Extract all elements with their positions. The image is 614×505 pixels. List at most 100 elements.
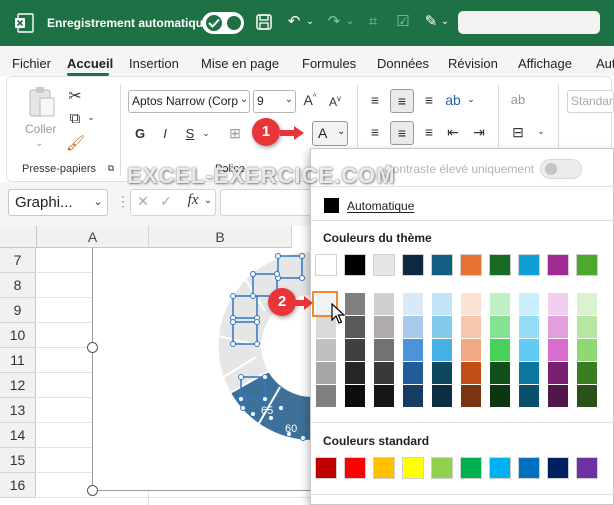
name-box-dropdown-icon[interactable]: ⌄ [92, 195, 104, 208]
high-contrast-toggle[interactable] [540, 159, 582, 179]
theme-shade-swatch[interactable] [489, 339, 511, 361]
tab-formules[interactable]: Formules [302, 56, 356, 71]
theme-shade-swatch[interactable] [344, 385, 366, 407]
standard-color-swatch[interactable] [373, 457, 395, 479]
tab-affichage[interactable]: Affichage [518, 56, 572, 71]
format-painter-brush-icon[interactable]: 🖌 [66, 134, 85, 152]
theme-shade-swatch[interactable] [344, 339, 366, 361]
tab-insertion[interactable]: Insertion [129, 56, 179, 71]
theme-shade-swatch[interactable] [431, 293, 453, 315]
theme-shade-swatch[interactable] [489, 385, 511, 407]
select-all-corner[interactable] [0, 226, 37, 248]
standard-color-swatch[interactable] [315, 457, 337, 479]
strikethrough-button[interactable]: S [183, 126, 197, 141]
check-icon[interactable]: ☑ [392, 12, 414, 34]
theme-shade-swatch[interactable] [518, 362, 540, 384]
theme-shade-swatch[interactable] [373, 339, 395, 361]
cut-icon[interactable]: ✂ [66, 86, 84, 106]
orientation-dropdown-icon[interactable]: ⌄ [466, 94, 476, 105]
tab-accueil[interactable]: Accueil [67, 56, 113, 71]
row-header[interactable]: 16 [0, 473, 36, 498]
column-header-b[interactable]: B [149, 226, 292, 248]
align-left-icon[interactable]: ≡ [366, 124, 384, 140]
theme-color-swatch[interactable] [373, 254, 395, 276]
theme-shade-swatch[interactable] [402, 385, 424, 407]
format-painter-icon[interactable]: ⌗ [362, 12, 384, 34]
row-header[interactable]: 12 [0, 373, 36, 398]
borders-icon[interactable]: ⊞ [226, 125, 244, 142]
standard-color-swatch[interactable] [547, 457, 569, 479]
theme-color-swatch[interactable] [489, 254, 511, 276]
standard-color-swatch[interactable] [344, 457, 366, 479]
chart-area[interactable]: 65 60 [92, 248, 312, 491]
row-header[interactable]: 11 [0, 348, 36, 373]
column-header-a[interactable]: A [37, 226, 149, 248]
tab-fichier[interactable]: Fichier [12, 56, 51, 71]
theme-shade-swatch[interactable] [489, 316, 511, 338]
theme-shade-swatch[interactable] [489, 293, 511, 315]
row-header[interactable]: 8 [0, 273, 36, 298]
theme-shade-swatch[interactable] [431, 316, 453, 338]
row-header[interactable]: 13 [0, 398, 36, 423]
theme-shade-swatch[interactable] [460, 362, 482, 384]
theme-shade-swatch[interactable] [344, 293, 366, 315]
theme-shade-swatch[interactable] [518, 339, 540, 361]
theme-shade-swatch[interactable] [460, 385, 482, 407]
decrease-indent-icon[interactable]: ⇤ [444, 124, 462, 141]
decrease-font-icon[interactable]: Av [326, 94, 344, 109]
formula-input[interactable] [220, 189, 320, 216]
paste-label[interactable]: Coller [25, 122, 56, 136]
merge-dropdown-icon[interactable]: ⌄ [536, 126, 546, 137]
copy-icon[interactable]: ⧉ [66, 110, 84, 127]
row-header[interactable]: 9 [0, 298, 36, 323]
theme-shade-swatch[interactable] [431, 385, 453, 407]
theme-shade-swatch[interactable] [373, 316, 395, 338]
highlight-icon[interactable]: ✎ [420, 12, 442, 34]
theme-color-swatch[interactable] [402, 254, 424, 276]
insert-function-icon[interactable]: fx [184, 192, 202, 209]
autosave-toggle[interactable] [202, 12, 244, 34]
theme-shade-swatch[interactable] [576, 385, 598, 407]
theme-shade-swatch[interactable] [431, 362, 453, 384]
row-header[interactable]: 10 [0, 323, 36, 348]
theme-color-swatch[interactable] [547, 254, 569, 276]
theme-shade-swatch[interactable] [315, 362, 337, 384]
theme-color-swatch[interactable] [576, 254, 598, 276]
merge-center-icon[interactable]: ⊟ [508, 124, 528, 141]
theme-color-swatch[interactable] [431, 254, 453, 276]
standard-color-swatch[interactable] [518, 457, 540, 479]
theme-shade-swatch[interactable] [460, 316, 482, 338]
theme-shade-swatch[interactable] [402, 293, 424, 315]
standard-color-swatch[interactable] [460, 457, 482, 479]
font-size-dropdown-icon[interactable]: ⌄ [284, 94, 294, 105]
font-name-dropdown-icon[interactable]: ⌄ [239, 94, 249, 105]
number-format-select[interactable]: Standar [567, 90, 614, 113]
undo-icon[interactable]: ↶ [283, 12, 305, 34]
theme-shade-swatch[interactable] [373, 293, 395, 315]
theme-color-swatch[interactable] [315, 254, 337, 276]
theme-shade-swatch[interactable] [547, 293, 569, 315]
theme-shade-swatch[interactable] [576, 316, 598, 338]
clipboard-launcher-icon[interactable]: ⧉ [106, 163, 116, 174]
copy-dropdown-icon[interactable]: ⌄ [86, 112, 96, 123]
fx-dropdown-icon[interactable]: ⌄ [203, 195, 213, 206]
increase-font-icon[interactable]: A^ [301, 92, 319, 108]
theme-shade-swatch[interactable] [518, 316, 540, 338]
standard-color-swatch[interactable] [431, 457, 453, 479]
theme-shade-swatch[interactable] [315, 339, 337, 361]
search-box[interactable] [458, 11, 600, 34]
tab-revision[interactable]: Révision [448, 56, 498, 71]
automatic-color-swatch[interactable] [324, 198, 339, 213]
theme-shade-swatch[interactable] [518, 385, 540, 407]
theme-shade-swatch[interactable] [402, 362, 424, 384]
theme-shade-swatch[interactable] [315, 385, 337, 407]
theme-shade-swatch[interactable] [518, 293, 540, 315]
standard-color-swatch[interactable] [402, 457, 424, 479]
theme-shade-swatch[interactable] [431, 339, 453, 361]
theme-shade-swatch[interactable] [344, 362, 366, 384]
theme-shade-swatch[interactable] [460, 293, 482, 315]
theme-color-swatch[interactable] [518, 254, 540, 276]
standard-color-swatch[interactable] [576, 457, 598, 479]
font-name-select[interactable]: Aptos Narrow (Corp [128, 90, 250, 113]
theme-shade-swatch[interactable] [373, 362, 395, 384]
